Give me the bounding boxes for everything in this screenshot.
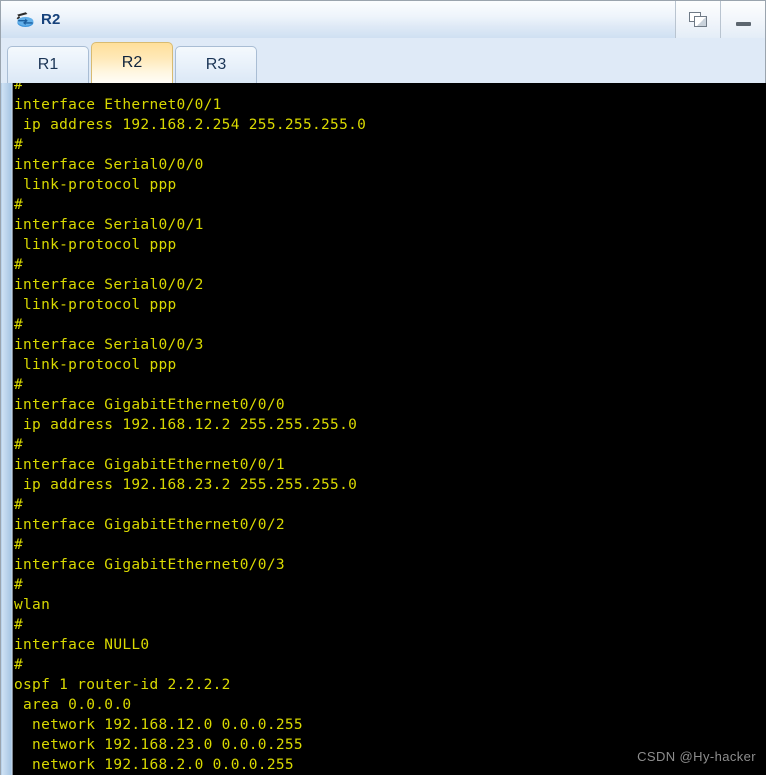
terminal-line: link-protocol ppp <box>14 177 177 193</box>
terminal-line: # <box>14 617 24 633</box>
terminal-line: link-protocol ppp <box>14 237 177 253</box>
terminal-line: interface NULL0 <box>14 637 150 653</box>
terminal-line: interface Ethernet0/0/1 <box>14 97 222 113</box>
tab-label: R3 <box>205 56 227 73</box>
terminal-line: ospf 1 router-id 2.2.2.2 <box>14 677 231 693</box>
tab-r1[interactable]: R1 <box>7 46 89 83</box>
window-controls <box>675 1 765 38</box>
terminal-line: interface GigabitEthernet0/0/3 <box>14 557 285 573</box>
restore-button[interactable] <box>675 1 720 38</box>
terminal-line: ip address 192.168.2.254 255.255.255.0 <box>14 117 367 133</box>
terminal-scrollbar[interactable] <box>1 83 13 775</box>
watermark: CSDN @Hy-hacker <box>637 749 756 764</box>
terminal-line: interface GigabitEthernet0/0/0 <box>14 397 285 413</box>
terminal-line: # <box>14 197 24 213</box>
terminal-line: # <box>14 83 24 93</box>
terminal-line: wlan <box>14 597 51 613</box>
tab-r2[interactable]: R2 <box>91 42 173 83</box>
tab-label: R2 <box>121 54 143 71</box>
terminal-output-area[interactable]: # interface Ethernet0/0/1 ip address 192.… <box>0 83 766 775</box>
terminal-line: # <box>14 497 24 513</box>
terminal-line: interface Serial0/0/1 <box>14 217 204 233</box>
terminal-line: network 192.168.12.0 0.0.0.255 <box>14 717 303 733</box>
terminal-line: ip address 192.168.23.2 255.255.255.0 <box>14 477 358 493</box>
terminal-line: interface Serial0/0/2 <box>14 277 204 293</box>
minimize-button[interactable] <box>720 1 765 38</box>
terminal-line: # <box>14 317 24 333</box>
device-tab-bar: R1 R2 R3 <box>0 38 766 83</box>
terminal-line: interface GigabitEthernet0/0/1 <box>14 457 285 473</box>
terminal-line: interface Serial0/0/3 <box>14 337 204 353</box>
terminal-line: link-protocol ppp <box>14 357 177 373</box>
terminal-line: # <box>14 137 24 153</box>
terminal-scrollbar-thumb[interactable] <box>2 83 11 775</box>
router-icon <box>16 11 34 27</box>
tab-label: R1 <box>37 56 59 73</box>
terminal-line: # <box>14 537 24 553</box>
terminal-line: # <box>14 657 24 673</box>
tab-r3[interactable]: R3 <box>175 46 257 83</box>
terminal-line: area 0.0.0.0 <box>14 697 132 713</box>
terminal-line: # <box>14 377 24 393</box>
window-title: R2 <box>41 11 61 28</box>
terminal-line: # <box>14 437 24 453</box>
minimize-icon <box>735 21 751 26</box>
terminal-line: # <box>14 257 24 273</box>
terminal-line: interface Serial0/0/0 <box>14 157 204 173</box>
terminal-line: # <box>14 577 24 593</box>
title-bar: R2 <box>0 0 766 38</box>
terminal-text: # interface Ethernet0/0/1 ip address 192.… <box>14 83 766 775</box>
terminal-line: link-protocol ppp <box>14 297 177 313</box>
title-bar-left: R2 <box>1 9 675 31</box>
terminal-line: interface GigabitEthernet0/0/2 <box>14 517 285 533</box>
terminal-line: ip address 192.168.12.2 255.255.255.0 <box>14 417 358 433</box>
router-cli-window: R2 R1 R2 R3 # interface Ethernet0/0/1 ip… <box>0 0 766 775</box>
restore-icon <box>688 11 708 28</box>
